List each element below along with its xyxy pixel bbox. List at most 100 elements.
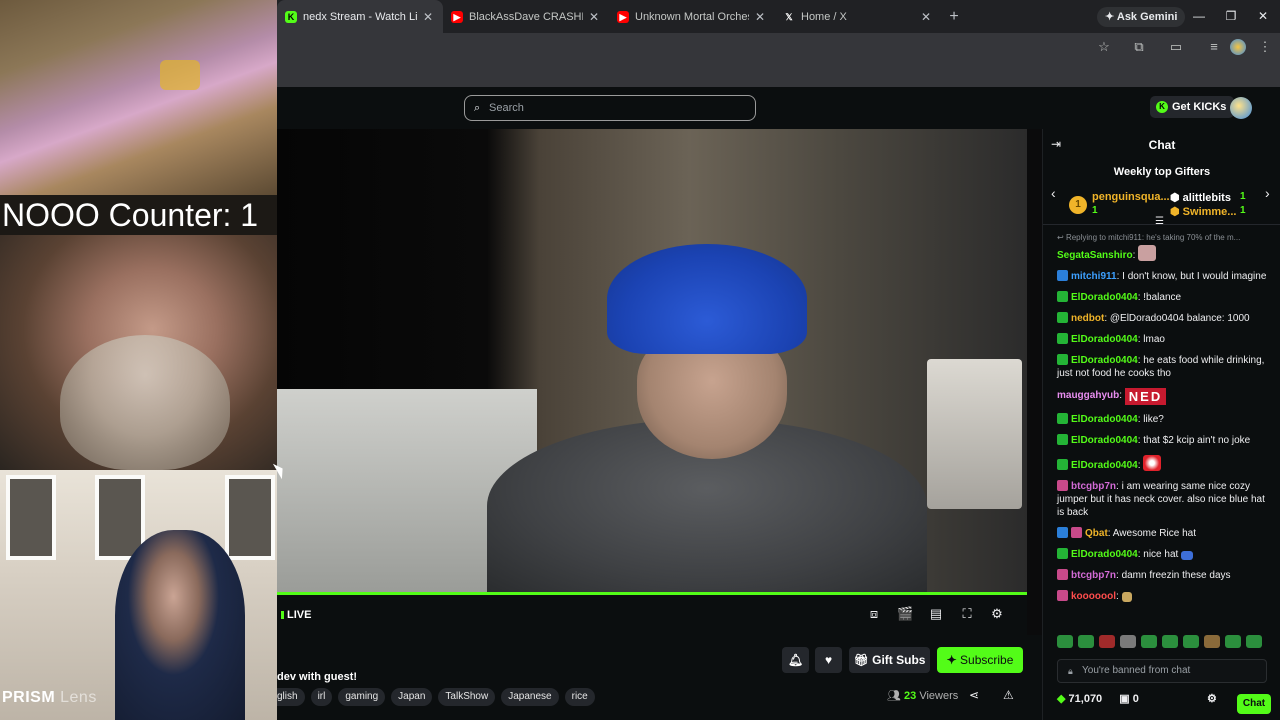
chat-header: ⇥ Chat xyxy=(1043,129,1280,159)
pip-icon[interactable]: ⧈ xyxy=(866,606,882,622)
chat-message: mitchi911: I don't know, but I would ima… xyxy=(1057,270,1273,283)
send-chat-button[interactable]: Chat xyxy=(1237,694,1271,714)
window-shape xyxy=(225,475,275,560)
tag-chip[interactable]: rice xyxy=(564,688,595,706)
profile-avatar-icon[interactable] xyxy=(1230,39,1246,55)
restore-icon[interactable]: ❐ xyxy=(1215,0,1247,33)
emote-icon[interactable] xyxy=(1225,635,1241,648)
gift-box-icon: ▣ xyxy=(1119,693,1130,705)
new-tab-button[interactable]: + xyxy=(941,8,967,26)
tag-chip[interactable]: gaming xyxy=(338,688,386,706)
emote-icon[interactable] xyxy=(1099,635,1115,648)
tab-youtube-1[interactable]: ▶ BlackAssDave CRASHES OUT At ✕ xyxy=(443,0,609,33)
badge-icon xyxy=(1057,270,1068,281)
heart-icon: ♥ xyxy=(824,653,833,667)
notifications-button[interactable]: 🔔︎ xyxy=(782,647,809,673)
gift-subs-button[interactable]: 🎁︎ Gift Subs xyxy=(849,647,930,673)
gifter-name[interactable]: ⬢ alittlebits xyxy=(1170,191,1231,204)
lock-icon: 🔒︎ xyxy=(1068,666,1073,676)
gifter-count: 1 xyxy=(1240,205,1246,216)
emote-icon xyxy=(1121,592,1132,602)
badge-icon xyxy=(1071,527,1082,538)
emote-icon[interactable] xyxy=(1141,635,1157,648)
gifter-name[interactable]: penguinsqua... xyxy=(1092,191,1170,203)
kick-coin-icon: K xyxy=(1156,101,1168,113)
scene-blue-hat xyxy=(607,244,807,354)
filter-icon[interactable]: ☰ xyxy=(1155,216,1164,227)
emote-icon[interactable] xyxy=(1120,635,1136,648)
browser-toolbar: ☆ ⧉ ▭ ≡ ⋮ xyxy=(277,33,1280,61)
tab-x[interactable]: 𝕏 Home / X ✕ xyxy=(775,0,941,33)
menu-kebab-icon[interactable]: ⋮ xyxy=(1257,39,1273,55)
kick-favicon-icon: K xyxy=(285,10,297,23)
close-tab-icon[interactable]: ✕ xyxy=(919,10,933,24)
cast-icon[interactable]: ▭ xyxy=(1168,39,1184,55)
gifter-name[interactable]: ⬢ Swimme... xyxy=(1170,205,1236,218)
chevron-right-icon[interactable]: › xyxy=(1265,185,1270,201)
emote-icon xyxy=(1138,245,1157,261)
close-window-icon[interactable]: ✕ xyxy=(1247,0,1279,33)
extensions-icon[interactable]: ⧉ xyxy=(1131,39,1147,55)
get-kicks-button[interactable]: K Get KICKs xyxy=(1150,96,1235,118)
badge-icon xyxy=(1057,413,1068,424)
fullscreen-icon[interactable]: ⛶ xyxy=(959,606,975,622)
gift-icon: 🎁︎ xyxy=(853,653,869,667)
emote-icon[interactable] xyxy=(1183,635,1199,648)
tag-chip[interactable]: glish xyxy=(277,688,305,706)
tag-chip[interactable]: Japan xyxy=(391,688,433,706)
emote-icon[interactable] xyxy=(1204,635,1220,648)
theater-mode-icon[interactable]: ▤ xyxy=(928,606,944,622)
badge-icon xyxy=(1057,548,1068,559)
follow-button[interactable]: ♥ xyxy=(815,647,842,673)
chevron-left-icon[interactable]: ‹ xyxy=(1051,185,1056,201)
star-icon: ✦ xyxy=(946,653,957,667)
badge-icon xyxy=(1057,459,1068,470)
video-player[interactable] xyxy=(277,129,1027,593)
badge-icon xyxy=(1057,354,1068,365)
chat-input-banned[interactable]: 🔒︎ You're banned from chat xyxy=(1057,659,1267,683)
reading-list-icon[interactable]: ≡ xyxy=(1206,39,1222,55)
tab-youtube-2[interactable]: ▶ Unknown Mortal Orchestra - H ✕ xyxy=(609,0,775,33)
subscribe-button[interactable]: ✦ Subscribe xyxy=(937,647,1023,673)
reply-context: ↩ Replying to mitchi911: he's taking 70%… xyxy=(1057,233,1241,242)
live-indicator: LIVE xyxy=(281,609,311,621)
badge-icon xyxy=(1057,480,1068,491)
window-shape xyxy=(6,475,56,560)
chat-message: Qbat: Awesome Rice hat xyxy=(1057,527,1273,540)
screen: NOOO Counter: 1 PRISM Lens K nedx Stream… xyxy=(0,0,1280,720)
get-kicks-label: Get KICKs xyxy=(1172,101,1227,113)
chat-message: SegataSanshiro: xyxy=(1057,245,1273,262)
tab-title: nedx Stream - Watch Live on Ki xyxy=(303,10,417,23)
webcam-room-feed xyxy=(0,0,277,195)
close-tab-icon[interactable]: ✕ xyxy=(587,10,601,24)
emote-icon[interactable] xyxy=(1078,635,1094,648)
emote-icon[interactable] xyxy=(1057,635,1073,648)
gift-balance[interactable]: ▣ 0 xyxy=(1119,693,1139,705)
minimize-icon[interactable]: — xyxy=(1183,0,1215,33)
emote-icon[interactable] xyxy=(1162,635,1178,648)
chat-messages: ↩ Replying to mitchi911: he's taking 70%… xyxy=(1043,233,1280,623)
emote-icon[interactable] xyxy=(1246,635,1262,648)
clip-icon[interactable]: 🎬 xyxy=(897,606,913,622)
share-icon[interactable]: ⋖ xyxy=(969,688,979,702)
report-icon[interactable]: ⚠ xyxy=(1003,688,1014,702)
close-tab-icon[interactable]: ✕ xyxy=(753,10,767,24)
ask-gemini-button[interactable]: ✦ Ask Gemini xyxy=(1097,7,1186,27)
tab-title: Home / X xyxy=(801,10,847,23)
search-input[interactable]: ⌕ Search xyxy=(464,95,756,121)
chat-message: ElDorado0404: xyxy=(1057,455,1273,472)
chat-message: ElDorado0404: he eats food while drinkin… xyxy=(1057,354,1265,379)
user-avatar[interactable] xyxy=(1230,97,1252,119)
settings-gear-icon[interactable]: ⚙ xyxy=(989,606,1005,622)
tag-chip[interactable]: TalkShow xyxy=(438,688,496,706)
tag-chip[interactable]: irl xyxy=(310,688,333,706)
ned-emote: NED xyxy=(1124,388,1167,405)
tag-chip[interactable]: Japanese xyxy=(501,688,559,706)
bookmark-star-icon[interactable]: ☆ xyxy=(1096,39,1112,55)
close-tab-icon[interactable]: ✕ xyxy=(421,10,435,24)
tag-list: glish irl gaming Japan TalkShow Japanese… xyxy=(277,688,595,706)
chat-settings-icon[interactable]: ⚙ xyxy=(1207,692,1217,705)
tab-kick[interactable]: K nedx Stream - Watch Live on Ki ✕ xyxy=(277,0,443,33)
chat-footer: ◆ 71,070 ▣ 0 ⚙ Chat xyxy=(1057,692,1275,714)
kicks-balance[interactable]: ◆ 71,070 xyxy=(1057,693,1102,705)
